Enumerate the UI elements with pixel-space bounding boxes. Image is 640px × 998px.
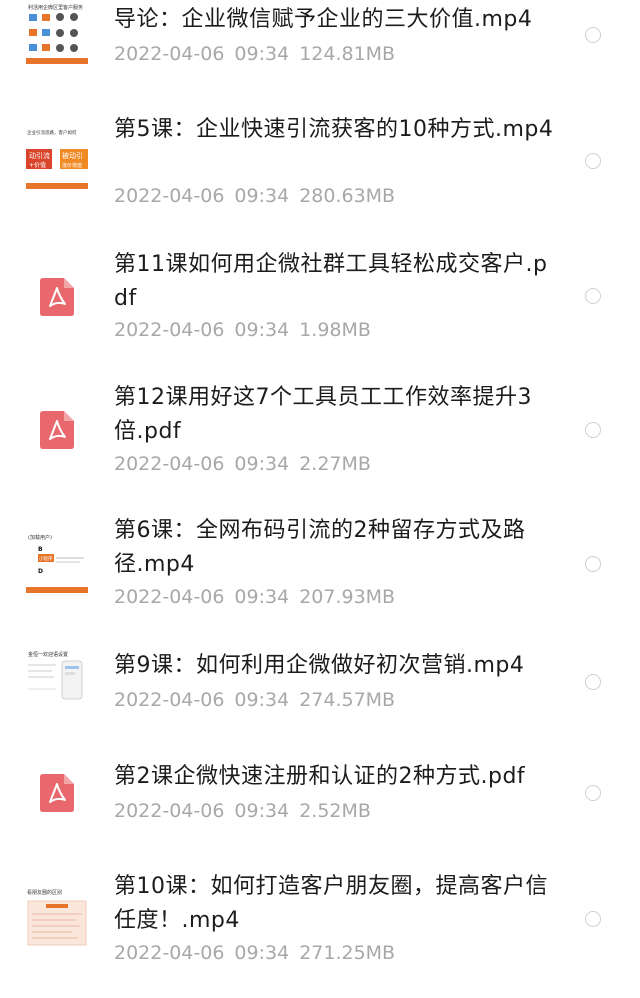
thumb-caption: 金恒一欢迎语设置 <box>28 651 68 658</box>
file-meta: 2022-04-06 09:34 280.63MB <box>114 183 405 209</box>
video-thumbnail: (加载用户) B 小程序 D <box>26 531 88 593</box>
file-row[interactable]: (加载用户) B 小程序 D 第6课：全网布码引流的2种留存方式及路径.mp4 … <box>0 502 640 636</box>
file-list: 利活用企微区里客户服务 导论：企业微信赋予企业的三大价值.mp4 2022-04… <box>0 0 640 998</box>
file-date: 2022-04-06 <box>114 453 225 475</box>
file-size: 207.93MB <box>299 586 396 608</box>
pdf-file-icon <box>40 411 74 449</box>
video-thumbnail: 金恒一欢迎语设置 <box>26 647 88 709</box>
file-name: 第9课：如何利用企微做好初次营销.mp4 <box>114 653 525 678</box>
file-date: 2022-04-06 <box>114 800 225 822</box>
file-time: 09:34 <box>234 800 290 822</box>
file-size: 280.63MB <box>299 185 396 207</box>
file-date: 2022-04-06 <box>114 185 225 207</box>
file-time: 09:34 <box>234 453 290 475</box>
file-meta: 2022-04-06 09:34 1.98MB <box>114 317 381 343</box>
file-date: 2022-04-06 <box>114 586 225 608</box>
file-row[interactable]: 第2课企微快速注册和认证的2种方式.pdf 2022-04-06 09:34 2.5… <box>0 741 640 856</box>
file-name: 第5课：企业快速引流获客的10种方式.mp4 <box>114 117 554 142</box>
file-date: 2022-04-06 <box>114 319 225 341</box>
file-meta: 2022-04-06 09:34 271.25MB <box>114 940 405 966</box>
file-name: 第2课企微快速注册和认证的2种方式.pdf <box>114 764 526 789</box>
thumb-caption: 利活用企微区里客户服务 <box>28 4 83 11</box>
file-meta: 2022-04-06 09:34 2.52MB <box>114 798 381 824</box>
file-meta: 2022-04-06 09:34 274.57MB <box>114 687 405 713</box>
file-meta: 2022-04-06 09:34 124.81MB <box>114 41 405 67</box>
file-size: 2.27MB <box>299 453 371 475</box>
file-date: 2022-04-06 <box>114 43 225 65</box>
file-time: 09:34 <box>234 185 290 207</box>
file-size: 274.57MB <box>299 689 396 711</box>
select-radio[interactable] <box>585 27 601 43</box>
file-name: 第12课用好这7个工具员工工作效率提升3倍.pdf <box>114 385 532 444</box>
select-radio[interactable] <box>585 556 601 572</box>
file-row[interactable]: 第12课用好这7个工具员工工作效率提升3倍.pdf 2022-04-06 09:3… <box>0 368 640 502</box>
file-time: 09:34 <box>234 319 290 341</box>
file-size: 2.52MB <box>299 800 371 822</box>
select-radio[interactable] <box>585 674 601 690</box>
select-radio[interactable] <box>585 153 601 169</box>
file-size: 271.25MB <box>299 942 396 964</box>
thumb-label: 动引流 <box>29 151 50 160</box>
file-meta: 2022-04-06 09:34 207.93MB <box>114 584 405 610</box>
thumb-label: B <box>38 546 43 553</box>
file-size: 124.81MB <box>299 43 396 65</box>
thumb-label: 涨价增值 <box>62 162 82 169</box>
select-radio[interactable] <box>585 288 601 304</box>
file-name: 导论：企业微信赋予企业的三大价值.mp4 <box>114 7 533 32</box>
file-meta: 2022-04-06 09:34 2.27MB <box>114 451 381 477</box>
file-size: 1.98MB <box>299 319 371 341</box>
select-radio[interactable] <box>585 422 601 438</box>
file-time: 09:34 <box>234 689 290 711</box>
file-time: 09:34 <box>234 942 290 964</box>
pdf-file-icon <box>40 278 74 316</box>
select-radio[interactable] <box>585 785 601 801</box>
pdf-file-icon <box>40 774 74 812</box>
file-row[interactable]: 企业引流思路，客户如何 动引流 +价值 被动引 涨价增值 第5课：企业快速引流获… <box>0 100 640 235</box>
select-radio[interactable] <box>585 911 601 927</box>
file-date: 2022-04-06 <box>114 942 225 964</box>
thumb-caption: (加载用户) <box>28 534 52 541</box>
file-time: 09:34 <box>234 43 290 65</box>
file-name: 第6课：全网布码引流的2种留存方式及路径.mp4 <box>114 518 526 577</box>
video-thumbnail: 利活用企微区里客户服务 <box>26 2 88 64</box>
video-thumbnail: 看朋友圈的区别 <box>26 887 88 949</box>
file-name: 第10课：如何打造客户朋友圈，提高客户信任度！.mp4 <box>114 874 548 933</box>
thumb-label: D <box>38 568 43 575</box>
file-row[interactable]: 第11课如何用企微社群工具轻松成交客户.pdf 2022-04-06 09:34 1… <box>0 235 640 368</box>
file-row[interactable]: 利活用企微区里客户服务 导论：企业微信赋予企业的三大价值.mp4 2022-04… <box>0 0 640 100</box>
file-date: 2022-04-06 <box>114 689 225 711</box>
file-row[interactable]: 看朋友圈的区别 第10课：如何打造客户朋友圈，提高客户信任度！.mp4 2022… <box>0 856 640 998</box>
file-row[interactable]: 金恒一欢迎语设置 第9课：如何利用企微做好初次营销.mp4 2022-04-06… <box>0 636 640 741</box>
thumb-caption: 看朋友圈的区别 <box>27 889 62 896</box>
thumb-label: 被动引 <box>62 151 83 160</box>
thumb-label: 小程序 <box>39 555 53 562</box>
file-time: 09:34 <box>234 586 290 608</box>
thumb-label: +价值 <box>29 161 46 169</box>
thumb-caption: 企业引流思路，客户如何 <box>27 129 77 136</box>
video-thumbnail: 企业引流思路，客户如何 动引流 +价值 被动引 涨价增值 <box>26 127 88 189</box>
file-name: 第11课如何用企微社群工具轻松成交客户.pdf <box>114 252 548 311</box>
